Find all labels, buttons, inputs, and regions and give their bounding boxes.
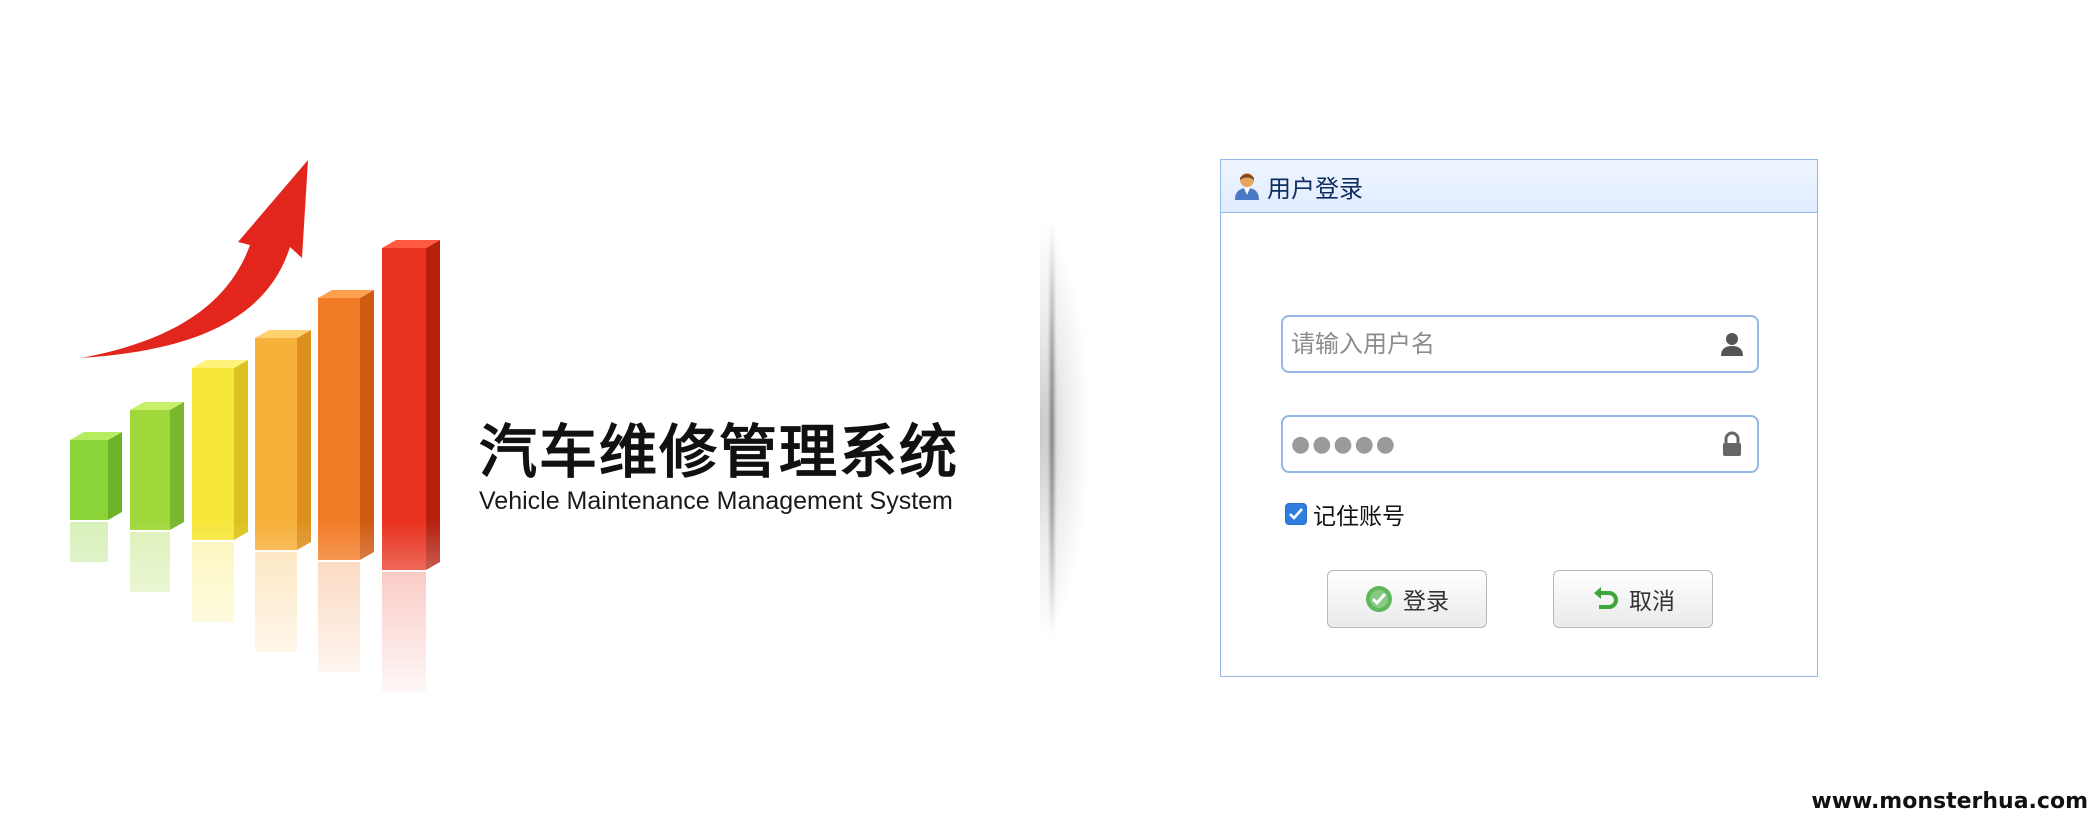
checkmark-icon (1289, 508, 1303, 520)
login-button[interactable]: 登录 (1327, 570, 1487, 628)
remember-account-checkbox[interactable] (1285, 503, 1307, 525)
undo-arrow-icon (1594, 587, 1618, 609)
watermark-text: www.monsterhua.com (1811, 789, 2088, 814)
remember-account-label: 记住账号 (1313, 504, 1405, 530)
user-avatar-icon (1235, 173, 1259, 200)
check-circle-icon (1366, 586, 1392, 612)
login-page: 汽车维修管理系统 Vehicle Maintenance Management … (0, 0, 2092, 832)
password-input[interactable]: ●●●●● (1283, 432, 1719, 457)
username-input[interactable] (1283, 316, 1719, 372)
login-panel-header: 用户登录 (1221, 160, 1817, 213)
login-panel: 用户登录 ●●●●● 记住账号 (1220, 159, 1818, 677)
cancel-button[interactable]: 取消 (1553, 570, 1713, 628)
password-field[interactable]: ●●●●● (1281, 415, 1759, 473)
system-title: 汽车维修管理系统 (479, 418, 960, 486)
growth-chart-logo (70, 160, 450, 710)
lock-icon (1723, 431, 1741, 456)
user-silhouette-icon (1721, 333, 1743, 356)
remember-account-row[interactable]: 记住账号 (1285, 497, 1405, 531)
login-panel-title: 用户登录 (1267, 174, 1363, 203)
cancel-button-label: 取消 (1629, 589, 1675, 615)
login-button-label: 登录 (1403, 589, 1449, 615)
vertical-divider (1040, 220, 1090, 640)
username-field[interactable] (1281, 315, 1759, 373)
system-subtitle: Vehicle Maintenance Management System (479, 487, 953, 515)
